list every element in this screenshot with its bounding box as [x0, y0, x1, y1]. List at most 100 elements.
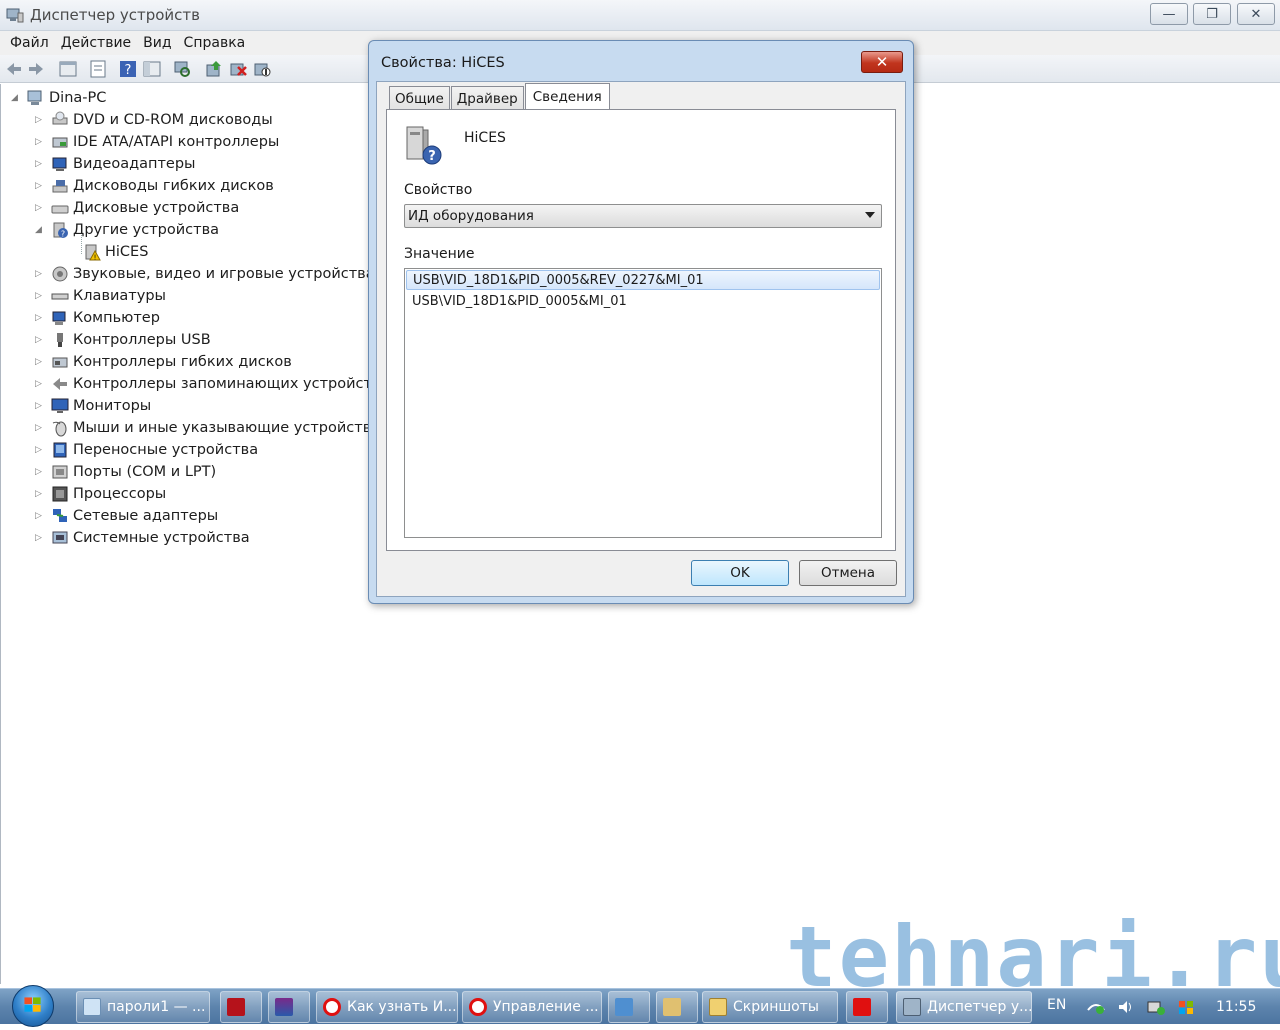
- tab-details[interactable]: Сведения: [524, 83, 610, 110]
- clock[interactable]: 11:55: [1216, 999, 1256, 1015]
- collapse-arrow-icon[interactable]: ◢: [35, 225, 45, 235]
- tree-item[interactable]: ▷ Мыши и иные указывающие устройства: [35, 417, 380, 439]
- forward-arrow-icon[interactable]: [26, 59, 46, 79]
- minimize-icon: —: [1162, 6, 1176, 22]
- tree-item[interactable]: ▷ Сетевые адаптеры: [35, 505, 218, 527]
- taskbar-button-device-manager[interactable]: Диспетчер у...: [896, 991, 1032, 1023]
- expand-arrow-icon[interactable]: ▷: [35, 423, 45, 433]
- update-driver-icon[interactable]: [204, 59, 224, 79]
- minimize-button[interactable]: —: [1150, 3, 1188, 25]
- expand-arrow-icon[interactable]: ▷: [35, 313, 45, 323]
- tree-item[interactable]: ▷ Контроллеры запоминающих устройств: [35, 373, 381, 395]
- monitor-icon: [51, 398, 69, 413]
- cancel-button[interactable]: Отмена: [799, 560, 897, 586]
- tree-item[interactable]: ▷ DVD и CD-ROM дисководы: [35, 109, 273, 131]
- tree-item[interactable]: ▷ Дисководы гибких дисков: [35, 175, 274, 197]
- tree-item[interactable]: ▷ Контроллеры гибких дисков: [35, 351, 292, 373]
- expand-arrow-icon[interactable]: ▷: [35, 511, 45, 521]
- expand-arrow-icon[interactable]: ▷: [35, 467, 45, 477]
- safely-remove-icon[interactable]: [1146, 998, 1166, 1016]
- details-page: ? HiCES Свойство ИД оборудования Значени…: [386, 109, 896, 551]
- menu-file[interactable]: Файл: [4, 35, 55, 51]
- tree-item-hices[interactable]: ! HiCES: [83, 241, 148, 263]
- network-status-icon[interactable]: [1086, 998, 1106, 1016]
- uninstall-device-icon[interactable]: [228, 59, 248, 79]
- help-icon[interactable]: ?: [118, 59, 138, 79]
- back-arrow-icon[interactable]: [4, 59, 24, 79]
- expand-arrow-icon[interactable]: ▷: [35, 137, 45, 147]
- dialog-close-button[interactable]: ✕: [861, 51, 903, 73]
- action-center-icon[interactable]: [1176, 998, 1196, 1016]
- list-item[interactable]: USB\VID_18D1&PID_0005&MI_01: [406, 291, 880, 311]
- taskbar-button-label: пароли1 — ...: [107, 999, 206, 1015]
- tree-item[interactable]: ▷ Процессоры: [35, 483, 166, 505]
- close-window-button[interactable]: ✕: [1237, 3, 1275, 25]
- expand-arrow-icon[interactable]: ▷: [35, 269, 45, 279]
- tree-item[interactable]: ▷ Переносные устройства: [35, 439, 258, 461]
- tree-item[interactable]: ▷ Контроллеры USB: [35, 329, 211, 351]
- tree-item[interactable]: ▷ Компьютер: [35, 307, 160, 329]
- tree-item[interactable]: ▷ Звуковые, видео и игровые устройства: [35, 263, 375, 285]
- tree-item-label: DVD и CD-ROM дисководы: [73, 112, 273, 128]
- expand-arrow-icon[interactable]: ▷: [35, 291, 45, 301]
- property-select[interactable]: ИД оборудования: [404, 204, 882, 228]
- expand-arrow-icon[interactable]: ▷: [35, 401, 45, 411]
- menu-action[interactable]: Действие: [55, 35, 137, 51]
- taskbar-button-archive[interactable]: [268, 991, 310, 1023]
- list-item[interactable]: USB\VID_18D1&PID_0005&REV_0227&MI_01: [406, 270, 880, 290]
- expand-arrow-icon[interactable]: ▷: [35, 379, 45, 389]
- expand-arrow-icon[interactable]: ▷: [35, 445, 45, 455]
- start-button[interactable]: [12, 985, 54, 1027]
- tree-root[interactable]: ◢ Dina-PC: [11, 87, 106, 109]
- tab-driver[interactable]: Драйвер: [450, 86, 524, 110]
- collapse-arrow-icon[interactable]: ◢: [11, 93, 21, 103]
- properties-icon[interactable]: [88, 59, 108, 79]
- expand-arrow-icon[interactable]: ▷: [35, 159, 45, 169]
- tree-item[interactable]: ▷ Системные устройства: [35, 527, 250, 549]
- tree-item[interactable]: ▷ IDE ATA/ATAPI контроллеры: [35, 131, 279, 153]
- taskbar-button-paint[interactable]: [656, 991, 698, 1023]
- tree-item[interactable]: ▷ Мониторы: [35, 395, 151, 417]
- tree-item-label: IDE ATA/ATAPI контроллеры: [73, 134, 280, 150]
- scan-hardware-icon[interactable]: [172, 59, 192, 79]
- tree-item-label: Мыши и иные указывающие устройства: [73, 420, 381, 436]
- system-device-icon: [52, 531, 68, 544]
- expand-arrow-icon[interactable]: ▷: [35, 357, 45, 367]
- tree-item[interactable]: ▷ Порты (COM и LPT): [35, 461, 216, 483]
- tree-item[interactable]: ▷ Клавиатуры: [35, 285, 166, 307]
- volume-icon[interactable]: [1116, 998, 1136, 1016]
- tree-item[interactable]: ▷ Дисковые устройства: [35, 197, 239, 219]
- tree-item-label: Контроллеры запоминающих устройств: [73, 376, 381, 392]
- value-list[interactable]: USB\VID_18D1&PID_0005&REV_0227&MI_01 USB…: [404, 268, 882, 538]
- panel-icon[interactable]: [142, 59, 162, 79]
- menu-help[interactable]: Справка: [178, 35, 252, 51]
- restore-button[interactable]: ❐: [1193, 3, 1231, 25]
- tree-item-label: Сетевые адаптеры: [73, 508, 219, 524]
- expand-arrow-icon[interactable]: ▷: [35, 115, 45, 125]
- ok-button[interactable]: OK: [691, 560, 789, 586]
- keyboard-icon: [51, 293, 69, 300]
- device-manager-icon: [903, 998, 921, 1016]
- menu-view[interactable]: Вид: [137, 35, 177, 51]
- tree-item[interactable]: ◢? Другие устройства: [35, 219, 219, 241]
- tree-item[interactable]: ▷ Видеоадаптеры: [35, 153, 196, 175]
- expand-arrow-icon[interactable]: ▷: [35, 181, 45, 191]
- tab-general[interactable]: Общие: [389, 86, 450, 110]
- taskbar-button-folder[interactable]: Скриншоты: [702, 991, 838, 1023]
- taskbar-button-yandex[interactable]: [846, 991, 888, 1023]
- taskbar-button-pdf[interactable]: [220, 991, 262, 1023]
- disable-device-icon[interactable]: [252, 59, 272, 79]
- storage-controller-icon: [53, 378, 67, 390]
- taskbar-button-notepad[interactable]: пароли1 — ...: [76, 991, 210, 1023]
- taskbar-button-screenshot[interactable]: [608, 991, 650, 1023]
- ide-controller-icon: [52, 137, 68, 148]
- taskbar-button-browser-1[interactable]: Как узнать И...: [316, 991, 458, 1023]
- expand-arrow-icon[interactable]: ▷: [35, 203, 45, 213]
- expand-arrow-icon[interactable]: ▷: [35, 335, 45, 345]
- expand-arrow-icon[interactable]: ▷: [35, 489, 45, 499]
- taskbar-button-browser-2[interactable]: Управление ...: [462, 991, 602, 1023]
- language-indicator[interactable]: EN: [1047, 997, 1066, 1013]
- tree-item-label: Мониторы: [73, 398, 152, 414]
- show-hide-tree-icon[interactable]: [58, 59, 78, 79]
- expand-arrow-icon[interactable]: ▷: [35, 533, 45, 543]
